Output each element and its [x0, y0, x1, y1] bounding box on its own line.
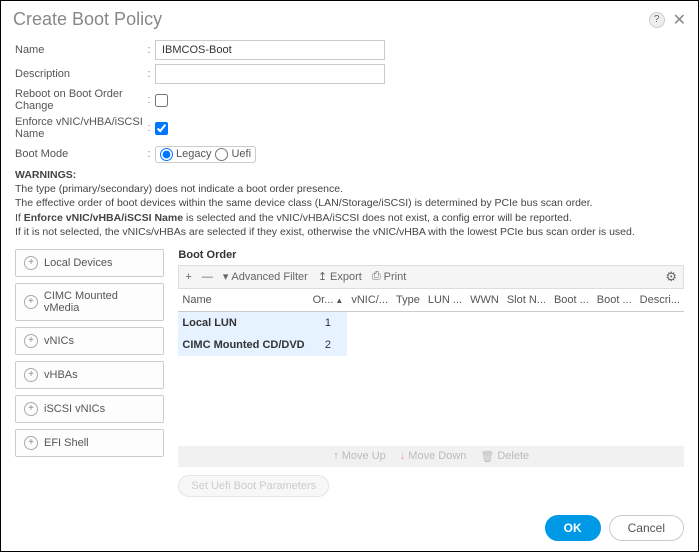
delete-button[interactable]: 🗑Delete	[480, 450, 529, 463]
colon: :	[143, 122, 155, 134]
radio-uefi[interactable]: Uefi	[215, 148, 251, 161]
row-actions: ↑Move Up ↓Move Down 🗑Delete	[178, 446, 684, 467]
row-order: 1	[309, 311, 348, 334]
colon: :	[143, 44, 155, 56]
category-label: CIMC Mounted vMedia	[44, 290, 156, 314]
warning-line-1: The type (primary/secondary) does not in…	[15, 183, 343, 195]
print-button[interactable]: ⎙Print	[372, 270, 406, 283]
plus-icon: +	[24, 295, 38, 309]
category-label: vHBAs	[44, 369, 78, 381]
col-name[interactable]: Name	[178, 289, 308, 312]
gear-icon[interactable]: ⚙	[665, 269, 677, 285]
row-order: 2	[309, 334, 348, 356]
colon: :	[143, 68, 155, 80]
category-cimc-vmedia[interactable]: + CIMC Mounted vMedia	[15, 283, 164, 321]
warning-line-3a: If	[15, 212, 24, 224]
plus-icon: +	[24, 436, 38, 450]
advanced-filter-button[interactable]: ▾Advanced Filter	[223, 270, 308, 283]
warnings-heading: WARNINGS:	[15, 169, 76, 181]
filter-label: Advanced Filter	[231, 271, 307, 283]
plus-icon: +	[24, 256, 38, 270]
row-name: CIMC Mounted CD/DVD	[178, 334, 308, 356]
description-label: Description	[15, 68, 143, 80]
col-boot2[interactable]: Boot ...	[593, 289, 636, 312]
warnings-block: WARNINGS: The type (primary/secondary) d…	[1, 168, 698, 239]
export-button[interactable]: ↥Export	[318, 270, 362, 283]
col-lun[interactable]: LUN ...	[424, 289, 466, 312]
table-row[interactable]: CIMC Mounted CD/DVD 2	[178, 334, 684, 356]
category-iscsi-vnics[interactable]: + iSCSI vNICs	[15, 395, 164, 423]
colon: :	[143, 94, 155, 106]
description-input[interactable]	[155, 64, 385, 84]
category-list: + Local Devices + CIMC Mounted vMedia + vNI…	[15, 249, 164, 497]
set-uefi-params-button: Set Uefi Boot Parameters	[178, 475, 329, 497]
col-order[interactable]: Or...▲	[309, 289, 348, 312]
print-label: Print	[384, 271, 407, 283]
col-boot1[interactable]: Boot ...	[550, 289, 593, 312]
col-wwn[interactable]: WWN	[466, 289, 503, 312]
warning-line-4: If it is not selected, the vNICs/vHBAs a…	[15, 226, 635, 238]
radio-uefi-label: Uefi	[231, 148, 251, 160]
table-header-row: Name Or...▲ vNIC/... Type LUN ... WWN Sl…	[178, 289, 684, 312]
add-button[interactable]: +	[185, 271, 191, 283]
down-arrow-icon: ↓	[400, 450, 406, 462]
boot-order-toolbar: + — ▾Advanced Filter ↥Export ⎙Print ⚙	[178, 265, 684, 289]
help-icon[interactable]: ?	[649, 12, 665, 28]
col-slot[interactable]: Slot N...	[503, 289, 550, 312]
col-vnic[interactable]: vNIC/...	[347, 289, 392, 312]
col-descr[interactable]: Descri...	[636, 289, 684, 312]
sort-caret-icon: ▲	[335, 296, 343, 305]
move-down-button[interactable]: ↓Move Down	[400, 450, 467, 463]
export-label: Export	[330, 271, 362, 283]
dialog-title: Create Boot Policy	[13, 9, 162, 30]
move-up-label: Move Up	[342, 450, 386, 462]
warning-line-2: The effective order of boot devices with…	[15, 197, 593, 209]
boot-order-title: Boot Order	[178, 249, 684, 261]
radio-legacy-label: Legacy	[176, 148, 211, 160]
category-efi-shell[interactable]: + EFI Shell	[15, 429, 164, 457]
row-name: Local LUN	[178, 311, 308, 334]
plus-icon: +	[24, 402, 38, 416]
cancel-button[interactable]: Cancel	[609, 515, 684, 541]
enforce-label: Enforce vNIC/vHBA/iSCSI Name	[15, 116, 143, 140]
warning-line-3c: is selected and the vNIC/vHBA/iSCSI does…	[183, 212, 572, 224]
reboot-checkbox[interactable]	[155, 94, 168, 107]
export-icon: ↥	[318, 270, 327, 283]
category-label: Local Devices	[44, 257, 112, 269]
table-row[interactable]: Local LUN 1	[178, 311, 684, 334]
trash-icon: 🗑	[480, 450, 494, 463]
boot-order-table: Name Or...▲ vNIC/... Type LUN ... WWN Sl…	[178, 289, 684, 356]
plus-icon: +	[24, 368, 38, 382]
category-vhbas[interactable]: + vHBAs	[15, 361, 164, 389]
category-local-devices[interactable]: + Local Devices	[15, 249, 164, 277]
category-vnics[interactable]: + vNICs	[15, 327, 164, 355]
bootmode-label: Boot Mode	[15, 148, 143, 160]
col-type[interactable]: Type	[392, 289, 424, 312]
category-label: EFI Shell	[44, 437, 89, 449]
move-up-button[interactable]: ↑Move Up	[333, 450, 386, 463]
remove-button[interactable]: —	[202, 271, 213, 283]
reboot-label: Reboot on Boot Order Change	[15, 88, 143, 112]
name-label: Name	[15, 44, 143, 56]
category-label: vNICs	[44, 335, 74, 347]
ok-button[interactable]: OK	[545, 515, 601, 541]
delete-label: Delete	[497, 450, 529, 462]
category-label: iSCSI vNICs	[44, 403, 105, 415]
bootmode-radio-group: Legacy Uefi	[155, 146, 256, 163]
move-down-label: Move Down	[408, 450, 466, 462]
name-input[interactable]	[155, 40, 385, 60]
radio-legacy[interactable]: Legacy	[160, 148, 211, 161]
enforce-checkbox[interactable]	[155, 122, 168, 135]
warning-line-3b: Enforce vNIC/vHBA/iSCSI Name	[24, 212, 183, 224]
filter-icon: ▾	[223, 270, 229, 283]
print-icon: ⎙	[372, 270, 381, 283]
up-arrow-icon: ↑	[333, 450, 339, 462]
plus-icon: +	[24, 334, 38, 348]
colon: :	[143, 148, 155, 160]
close-icon[interactable]: ✕	[673, 10, 686, 30]
